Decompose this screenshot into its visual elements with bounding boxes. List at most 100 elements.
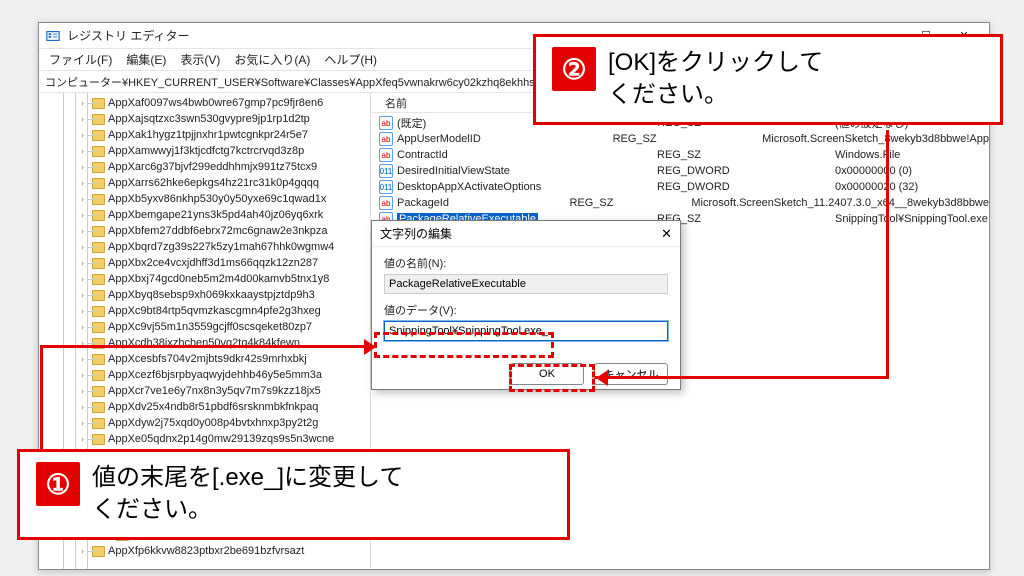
- value-type-icon: 011: [379, 180, 393, 194]
- dialog-close-button[interactable]: ✕: [661, 226, 672, 242]
- value-type: REG_SZ: [569, 197, 691, 209]
- tree-item[interactable]: ›AppXbx2ce4vcxjdhff3d1ms66qqzk12zn287: [99, 255, 370, 271]
- tree-item-label: AppXarc6g37bjvf299eddhhmjx991tz75tcx9: [108, 161, 317, 173]
- chevron-right-icon: ›: [81, 210, 89, 220]
- tree-item[interactable]: ›AppXbqrd7zg39s227k5zy1mah67hhk0wgmw4: [99, 239, 370, 255]
- tree-item[interactable]: ›AppXe05qdnx2p14g0mw29139zqs9s5n3wcne: [99, 431, 370, 447]
- value-data: 0x00000020 (32): [835, 181, 989, 193]
- chevron-right-icon: ›: [81, 418, 89, 428]
- tree-item[interactable]: ›AppXc9bt84rtp5qvmzkascgmn4pfe2g3hxeg: [99, 303, 370, 319]
- tree-item[interactable]: ›AppXarc6g37bjvf299eddhhmjx991tz75tcx9: [99, 159, 370, 175]
- tree-item[interactable]: ›AppXdyw2j75xqd0y008p4bvtxhnxp3py2t2g: [99, 415, 370, 431]
- value-data: 0x00000000 (0): [835, 165, 989, 177]
- tree-item[interactable]: ›AppXbxj74gcd0neb5m2m4d00kamvb5tnx1y8: [99, 271, 370, 287]
- chevron-right-icon: ›: [81, 290, 89, 300]
- tree-item-label: AppXbfem27ddbf6ebrx72mc6gnaw2e3nkpza: [108, 225, 328, 237]
- tree-item-label: AppXarrs62hke6epkgs4hz21rc31k0p4gqqq: [108, 177, 319, 189]
- folder-icon: [92, 322, 105, 333]
- tree-item-label: AppXe05qdnx2p14g0mw29139zqs9s5n3wcne: [108, 433, 334, 445]
- tree-item-label: AppXdyw2j75xqd0y008p4bvtxhnxp3py2t2g: [108, 417, 318, 429]
- value-name-label: 値の名前(N):: [384, 255, 668, 271]
- tree-item[interactable]: ›AppXarrs62hke6epkgs4hz21rc31k0p4gqqq: [99, 175, 370, 191]
- tree-item[interactable]: ›AppXbemgape21yns3k5pd4ah40jz06yq6xrk: [99, 207, 370, 223]
- tree-item-label: AppXbemgape21yns3k5pd4ah40jz06yq6xrk: [108, 209, 323, 221]
- tree-item[interactable]: ›AppXajsqtzxc3swn530gvypre9jp1rp1d2tp: [99, 111, 370, 127]
- value-type-icon: ab: [379, 132, 393, 146]
- tree-item[interactable]: ›AppXaf0097ws4bwb0wre67gmp7pc9fjr8en6: [99, 95, 370, 111]
- annotation-2: ② [OK]をクリックして ください。: [533, 34, 1003, 125]
- tree-item[interactable]: ›AppXb5yxv86nkhp530y0y50yxe69c1qwad1x: [99, 191, 370, 207]
- value-data: Windows.File: [835, 149, 989, 161]
- menu-file[interactable]: ファイル(F): [43, 49, 118, 70]
- tree-item[interactable]: ›AppXcezf6bjsrpbyaqwyjdehhb46y5e5mm3a: [99, 367, 370, 383]
- list-row[interactable]: 011 DesktopAppXActivateOptions REG_DWORD0x…: [371, 179, 989, 195]
- tree-item-label: AppXc9bt84rtp5qvmzkascgmn4pfe2g3hxeg: [108, 305, 321, 317]
- chevron-right-icon: ›: [81, 402, 89, 412]
- dialog-titlebar: 文字列の編集 ✕: [372, 221, 680, 247]
- value-data: Microsoft.ScreenSketch_11.2407.3.0_x64__…: [691, 197, 989, 209]
- highlight-input: [374, 332, 554, 358]
- folder-icon: [92, 162, 105, 173]
- value-type-icon: ab: [379, 148, 393, 162]
- regedit-icon: [45, 28, 61, 44]
- chevron-right-icon: ›: [81, 226, 89, 236]
- value-type: REG_DWORD: [657, 181, 835, 193]
- tree-item-label: AppXcr7ve1e6y7nx8n3y5qv7m7s9kzz18jx5: [108, 385, 321, 397]
- menu-view[interactable]: 表示(V): [174, 49, 226, 70]
- folder-icon: [92, 242, 105, 253]
- folder-icon: [92, 434, 105, 445]
- menu-edit[interactable]: 編集(E): [120, 49, 172, 70]
- dialog-title: 文字列の編集: [380, 225, 452, 242]
- list-row[interactable]: abContractIdREG_SZWindows.File: [371, 147, 989, 163]
- list-row[interactable]: 011DesiredInitialViewStateREG_DWORD0x000…: [371, 163, 989, 179]
- value-type: REG_SZ: [613, 133, 763, 145]
- tree-item[interactable]: ›AppXbfem27ddbf6ebrx72mc6gnaw2e3nkpza: [99, 223, 370, 239]
- chevron-right-icon: ›: [81, 114, 89, 124]
- folder-icon: [92, 146, 105, 157]
- list-row[interactable]: abAppUserModelIDREG_SZMicrosoft.ScreenSk…: [371, 131, 989, 147]
- value-type: REG_SZ: [657, 213, 835, 225]
- tree-item-label: AppXaf0097ws4bwb0wre67gmp7pc9fjr8en6: [108, 97, 323, 109]
- highlight-ok: [509, 364, 595, 392]
- annotation-1-text: 値の末尾を[.exe_]に変更して ください。: [92, 462, 403, 527]
- tree-item[interactable]: ›AppXcdh38ixzhchen50vq2tq4k84kfewn: [99, 335, 370, 351]
- tree-item[interactable]: ›AppXamwwyj1f3ktjcdfctg7kctrcrvqd3z8p: [99, 143, 370, 159]
- folder-icon: [92, 130, 105, 141]
- arrow-1-h: [40, 345, 374, 348]
- folder-icon: [92, 98, 105, 109]
- folder-icon: [92, 274, 105, 285]
- folder-icon: [92, 402, 105, 413]
- chevron-right-icon: ›: [81, 370, 89, 380]
- arrow-2-v: [886, 130, 889, 379]
- tree-item-label: AppXbxj74gcd0neb5m2m4d00kamvb5tnx1y8: [108, 273, 329, 285]
- annotation-2-text: [OK]をクリックして ください。: [608, 47, 823, 112]
- tree-item[interactable]: ›AppXc9vj55m1n3559gcjff0scsqeket80zp7: [99, 319, 370, 335]
- folder-icon: [92, 178, 105, 189]
- chevron-right-icon: ›: [81, 546, 89, 556]
- chevron-right-icon: ›: [81, 242, 89, 252]
- tree-item[interactable]: ›AppXdv25x4ndb8r51pbdf6srsknmbkfnkpaq: [99, 399, 370, 415]
- menu-help[interactable]: ヘルプ(H): [318, 49, 383, 70]
- tree-item-label: AppXbyq8sebsp9xh069kxkaaystpjztdp9h3: [108, 289, 315, 301]
- folder-icon: [92, 226, 105, 237]
- menu-favorites[interactable]: お気に入り(A): [228, 49, 316, 70]
- arrowhead-2: [596, 370, 608, 386]
- value-name: DesktopAppXActivateOptions: [397, 181, 541, 193]
- list-row[interactable]: ab PackageId REG_SZMicrosoft.ScreenSketch_…: [371, 195, 989, 211]
- chevron-right-icon: ›: [81, 258, 89, 268]
- value-type-icon: ab: [379, 196, 393, 210]
- tree-item[interactable]: ›AppXbyq8sebsp9xh069kxkaaystpjztdp9h3: [99, 287, 370, 303]
- value-name: ContractId: [397, 149, 448, 161]
- value-data: Microsoft.ScreenSketch_8wekyb3d8bbwe!App: [762, 133, 989, 145]
- value-name: DesiredInitialViewState: [397, 165, 510, 177]
- tree-item[interactable]: ›AppXcesbfs704v2mjbts9dkr42s9mrhxbkj: [99, 351, 370, 367]
- value-name: PackageId: [397, 197, 449, 209]
- tree-item[interactable]: ›AppXfp6kkvw8823ptbxr2be691bzfvrsazt: [99, 543, 370, 559]
- tree-item[interactable]: ›AppXak1hygz1tpjjnxhr1pwtcgnkpr24r5e7: [99, 127, 370, 143]
- annotation-1-number: ①: [36, 462, 80, 506]
- folder-icon: [92, 290, 105, 301]
- tree-item[interactable]: ›AppXcr7ve1e6y7nx8n3y5qv7m7s9kzz18jx5: [99, 383, 370, 399]
- chevron-right-icon: ›: [81, 194, 89, 204]
- folder-icon: [92, 210, 105, 221]
- chevron-right-icon: ›: [81, 162, 89, 172]
